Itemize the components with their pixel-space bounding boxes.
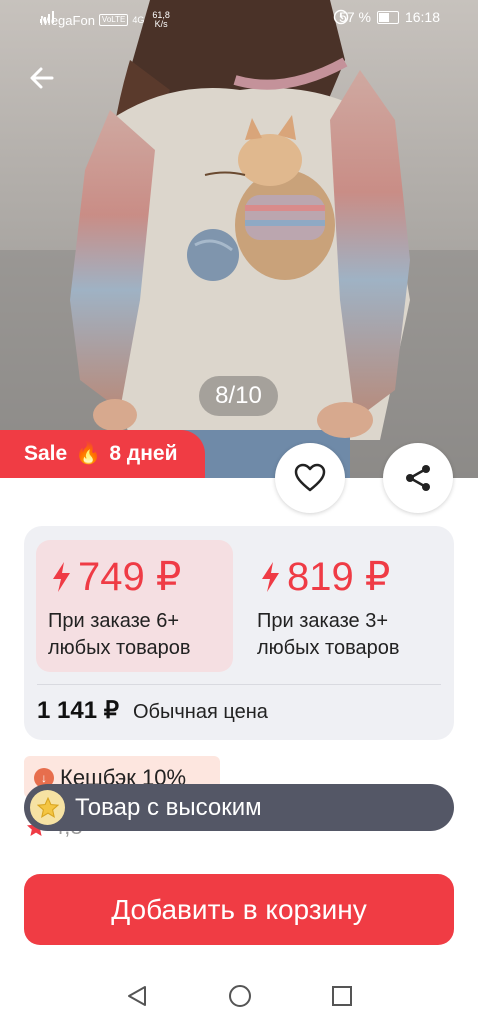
volte-badge: VoLTE	[98, 14, 129, 26]
price-tier-3plus[interactable]: 819 ₽ При заказе 3+ любых товаров	[245, 540, 442, 672]
price-tier-6plus[interactable]: 749 ₽ При заказе 6+ любых товаров	[36, 540, 233, 672]
share-icon	[406, 465, 430, 491]
tier-price: 819 ₽	[259, 554, 390, 600]
status-bar: MegaFon VoLTE 4G 61,8 K/s 57 % 16:18	[0, 0, 478, 38]
regular-price-label: Обычная цена	[133, 701, 268, 723]
sale-badge: Sale 🔥 8 дней	[0, 430, 205, 478]
regular-price: 1 141 ₽ Обычная цена	[37, 696, 268, 725]
price-panel: 749 ₽ При заказе 6+ любых товаров 819 ₽ П…	[24, 526, 454, 740]
image-counter: 8/10	[199, 376, 278, 416]
divider	[37, 684, 441, 685]
clock: 16:18	[404, 9, 440, 25]
tier-price: 749 ₽	[50, 554, 181, 600]
add-to-cart-button[interactable]: Добавить в корзину	[24, 874, 454, 945]
nav-home-icon[interactable]	[228, 984, 252, 1008]
heart-icon	[294, 463, 326, 492]
toast-text: Товар с высоким	[75, 794, 262, 821]
regular-price-value: 1 141 ₽	[37, 697, 119, 724]
product-image[interactable]: MegaFon VoLTE 4G 61,8 K/s 57 % 16:18 8/10…	[0, 0, 478, 478]
lightning-icon	[53, 562, 70, 592]
toast-notification: Товар с высоким	[24, 784, 454, 831]
favorite-button[interactable]	[275, 443, 345, 513]
back-button[interactable]	[26, 62, 58, 94]
lightning-icon	[262, 562, 279, 592]
nav-back-icon[interactable]	[126, 984, 148, 1008]
nav-recents-icon[interactable]	[331, 984, 353, 1008]
network-type: 4G	[132, 15, 145, 25]
share-button[interactable]	[383, 443, 453, 513]
battery-icon	[376, 10, 399, 24]
sale-label: Sale	[24, 442, 68, 465]
tier-condition: При заказе 3+ любых товаров	[257, 610, 400, 659]
star-badge-icon	[30, 790, 65, 825]
network-speed: 61,8 K/s	[152, 10, 170, 29]
back-arrow-icon	[30, 67, 54, 89]
fire-icon: 🔥	[75, 442, 102, 465]
system-navigation-bar	[0, 968, 478, 1024]
tier-condition: При заказе 6+ любых товаров	[48, 610, 191, 659]
sale-duration: 8 дней	[109, 442, 178, 465]
